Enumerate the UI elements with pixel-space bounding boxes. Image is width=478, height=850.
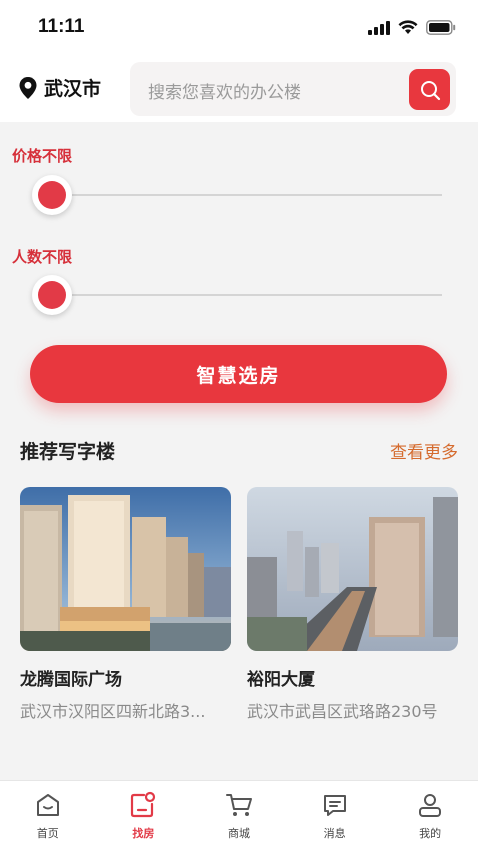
wifi-icon — [398, 20, 418, 34]
search-placeholder: 搜索您喜欢的办公楼 — [148, 83, 301, 103]
building-photo — [20, 487, 231, 651]
header: 武汉市 搜索您喜欢的办公楼 — [0, 58, 478, 122]
tab-home[interactable]: 首页 — [0, 781, 96, 850]
people-slider[interactable] — [32, 275, 442, 315]
screen: 11:11 武汉市 搜索您喜欢的办公楼 价格不限 人数不限 智慧选房 推荐写字楼… — [0, 0, 478, 850]
tab-messages[interactable]: 消息 — [287, 781, 383, 850]
people-slider-track[interactable] — [32, 294, 442, 296]
price-filter-label: 价格不限 — [12, 147, 73, 165]
city-selector[interactable]: 武汉市 — [18, 74, 101, 101]
people-slider-thumb[interactable] — [32, 275, 72, 315]
price-slider-track[interactable] — [32, 194, 442, 196]
price-slider-thumb[interactable] — [32, 175, 72, 215]
building-card[interactable]: 裕阳大厦 武汉市武昌区武珞路230号 — [247, 487, 458, 722]
search-icon — [420, 80, 440, 100]
status-time: 11:11 — [38, 16, 85, 37]
message-icon — [321, 791, 349, 819]
cart-icon — [225, 791, 253, 819]
location-pin-icon — [19, 76, 37, 99]
status-icons — [368, 20, 456, 35]
cellular-signal-icon — [368, 20, 390, 35]
tab-bar: 首页 找房 商城 消息 我的 — [0, 780, 478, 850]
status-bar: 11:11 — [0, 0, 478, 58]
battery-icon — [426, 20, 456, 35]
search-button[interactable] — [409, 69, 450, 110]
building-name: 裕阳大厦 — [247, 670, 315, 690]
building-address: 武汉市汉阳区四新北路3... — [20, 702, 206, 721]
building-card[interactable]: 龙腾国际广场 武汉市汉阳区四新北路3... — [20, 487, 231, 722]
view-more-link[interactable]: 查看更多 — [390, 438, 458, 463]
smart-select-button[interactable]: 智慧选房 — [30, 345, 447, 403]
recommend-title: 推荐写字楼 — [20, 441, 116, 463]
tab-label: 我的 — [419, 827, 442, 840]
tab-find-house[interactable]: 找房 — [96, 781, 192, 850]
tab-label: 找房 — [132, 827, 155, 840]
search-box[interactable]: 搜索您喜欢的办公楼 — [130, 62, 456, 116]
building-photo — [247, 487, 458, 651]
tab-label: 消息 — [323, 827, 346, 840]
tab-label: 首页 — [36, 827, 59, 840]
people-filter-label: 人数不限 — [12, 248, 73, 266]
city-label: 武汉市 — [44, 78, 102, 100]
tab-label: 商城 — [227, 827, 250, 840]
building-address: 武汉市武昌区武珞路230号 — [247, 702, 438, 721]
profile-icon — [416, 791, 444, 819]
building-name: 龙腾国际广场 — [20, 670, 122, 690]
find-house-icon — [129, 791, 157, 819]
tab-profile[interactable]: 我的 — [382, 781, 478, 850]
tab-mall[interactable]: 商城 — [191, 781, 287, 850]
price-slider[interactable] — [32, 175, 442, 215]
home-icon — [34, 791, 62, 819]
